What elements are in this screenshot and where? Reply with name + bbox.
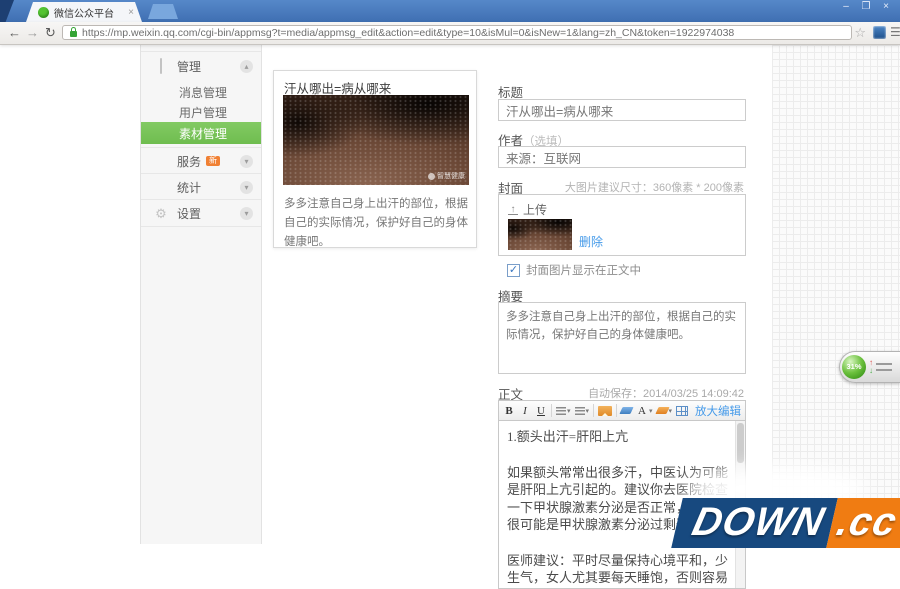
insert-table-button[interactable]: [676, 406, 688, 416]
floating-speed-widget[interactable]: 31% ↑ ↓: [839, 351, 900, 383]
watermark-logo-icon: [428, 173, 435, 180]
bold-button[interactable]: B: [503, 405, 515, 417]
speed-orb[interactable]: 31%: [842, 355, 866, 379]
editor-toolbar: B I U ▾ ▾ A▾ ▾ 放大编辑: [498, 400, 746, 421]
sidebar-label: 管理: [177, 58, 201, 75]
cover-size-hint: 大图片建议尺寸：360像素 * 200像素: [565, 179, 744, 195]
italic-button[interactable]: I: [519, 405, 531, 417]
browser-tab[interactable]: 微信公众平台 ×: [26, 2, 142, 22]
sidebar-sub-label-active: 素材管理: [179, 125, 227, 142]
wechat-favicon-icon: [38, 7, 49, 18]
forward-button[interactable]: →: [24, 24, 41, 41]
downcc-watermark: DOWN .cc: [671, 498, 900, 548]
sidebar-item-message-manage[interactable]: 消息管理: [141, 83, 261, 102]
downcc-logo-blue: DOWN: [671, 498, 837, 548]
ordered-list-button[interactable]: ▾: [556, 407, 571, 415]
traffic-arrows: ↑ ↓: [869, 359, 873, 375]
back-button[interactable]: ←: [6, 24, 23, 41]
sidebar-item-settings[interactable]: ⚙ 设置 ▾: [141, 199, 261, 227]
sidebar-label: 服务: [177, 153, 201, 170]
insert-image-button[interactable]: [598, 406, 612, 416]
underline-button[interactable]: U: [535, 405, 547, 417]
checkbox-label: 封面图片显示在正文中: [526, 262, 641, 278]
chevron-down-icon[interactable]: ▾: [240, 181, 253, 194]
tab-title: 微信公众平台: [54, 5, 124, 20]
summary-textarea[interactable]: 多多注意自己身上出汗的部位，根据自己的实际情况，保护好自己的身体健康吧。: [498, 302, 746, 374]
new-badge: 新: [206, 156, 220, 166]
checkbox-checked-icon[interactable]: ✓: [507, 264, 520, 277]
inbox-icon: [153, 59, 169, 73]
author-input[interactable]: [498, 146, 746, 168]
bullet-list-button[interactable]: ▾: [575, 407, 590, 415]
downcc-logo-orange: .cc: [826, 498, 900, 548]
chevron-up-icon[interactable]: ▴: [240, 60, 253, 73]
upload-icon: ↑: [508, 205, 518, 215]
enlarge-editor-link[interactable]: 放大编辑: [695, 403, 741, 419]
show-cover-checkbox-row[interactable]: ✓ 封面图片显示在正文中: [507, 262, 641, 278]
new-tab-button[interactable]: [148, 4, 178, 19]
window-edge: [0, 0, 14, 22]
article-description: 多多注意自己身上出汗的部位，根据自己的实际情况，保护好自己的身体健康吧。: [284, 195, 468, 252]
cover-upload-area: ↑ 上传 删除: [498, 194, 746, 256]
sidebar-label: 设置: [177, 205, 201, 222]
sidebar-sub-label: 用户管理: [179, 104, 227, 121]
sidebar-item-material-manage[interactable]: 素材管理: [141, 122, 261, 144]
image-watermark: 智慧健康: [428, 171, 465, 181]
url-input[interactable]: [82, 27, 846, 39]
chevron-down-icon[interactable]: ▾: [240, 155, 253, 168]
autosave-status: 自动保存：2014/03/25 14:09:42: [588, 385, 744, 401]
tab-close-icon[interactable]: ×: [128, 7, 134, 18]
upload-button[interactable]: ↑ 上传: [508, 201, 547, 218]
https-lock-icon: [70, 31, 77, 37]
sidebar-item-service[interactable]: 服务 新 ▾: [141, 147, 261, 174]
toolbar-separator: [616, 404, 617, 417]
editor-paragraph: 医师建议：平时尽量保持心境平和，少生气，女人尤其要每天睡饱，否则容易阴虚、肝阳上…: [507, 552, 731, 589]
sidebar-item-stats[interactable]: 统计 ▾: [141, 173, 261, 200]
delete-cover-link[interactable]: 删除: [579, 233, 603, 250]
bookmark-star-icon[interactable]: ☆: [854, 24, 866, 41]
close-button[interactable]: ×: [876, 0, 896, 16]
minimize-button[interactable]: –: [836, 0, 856, 16]
article-cover-image: 智慧健康: [283, 95, 469, 185]
browser-window: 微信公众平台 × – ❐ × ← → ↻ ☆ ☰ 管理 ▴: [0, 0, 900, 544]
address-bar[interactable]: [62, 25, 852, 40]
browser-menu-icon[interactable]: ☰: [890, 24, 900, 41]
title-input[interactable]: [498, 99, 746, 121]
speed-text-clipped: [876, 363, 892, 371]
highlight-button[interactable]: ▾: [657, 407, 673, 415]
sidebar-item-user-manage[interactable]: 用户管理: [141, 103, 261, 122]
cover-thumbnail[interactable]: [508, 219, 572, 250]
browser-titlebar: 微信公众平台 × – ❐ ×: [0, 0, 900, 22]
restore-button[interactable]: ❐: [856, 0, 876, 16]
toolbar-separator: [551, 404, 552, 417]
toolbar-separator: [593, 404, 594, 417]
editor-scrollbar-thumb[interactable]: [737, 423, 744, 463]
format-brush-button[interactable]: [619, 407, 633, 414]
sidebar: 管理 ▴ 消息管理 用户管理 素材管理 服务 新 ▾ 统计 ▾: [140, 45, 262, 544]
extension-icon[interactable]: [873, 26, 886, 39]
font-color-button[interactable]: A▾: [636, 405, 653, 417]
refresh-button[interactable]: ↻: [42, 24, 59, 41]
editor-paragraph: 1.额头出汗=肝阳上亢: [507, 428, 731, 446]
sidebar-label: 统计: [177, 179, 201, 196]
sidebar-item-manage[interactable]: 管理 ▴: [141, 51, 261, 80]
download-arrow-icon: ↓: [869, 367, 873, 375]
browser-toolbar: ← → ↻ ☆ ☰: [0, 22, 900, 45]
sidebar-sub-label: 消息管理: [179, 84, 227, 101]
article-preview-card[interactable]: 汗从哪出=病从哪来 智慧健康 多多注意自己身上出汗的部位，根据自己的实际情况，保…: [273, 70, 477, 248]
gear-icon: ⚙: [153, 207, 169, 220]
chevron-down-icon[interactable]: ▾: [240, 207, 253, 220]
